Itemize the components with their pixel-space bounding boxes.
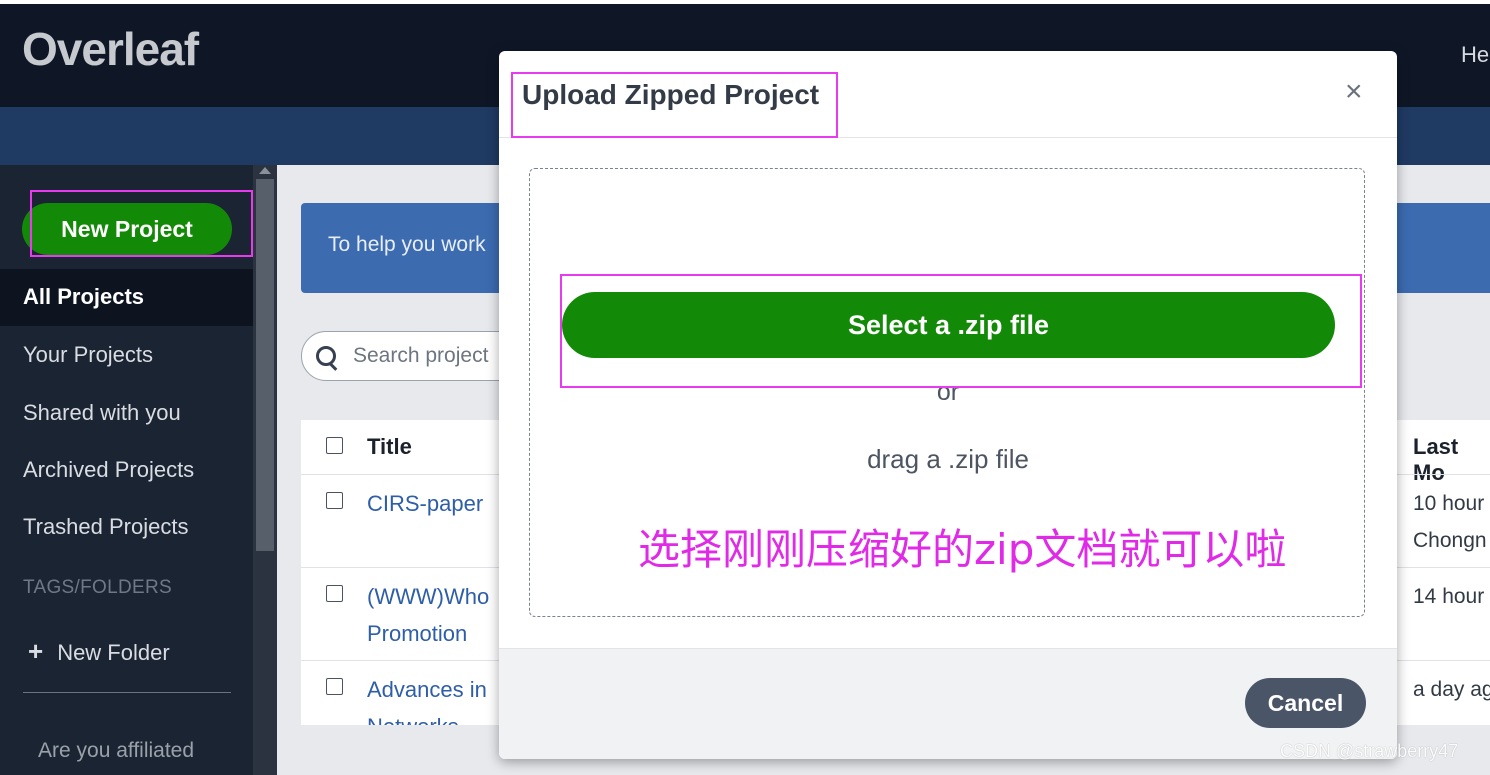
overleaf-logo[interactable]: Overleaf [22, 22, 199, 76]
project-link-line2[interactable]: Networks [367, 714, 459, 725]
scrollbar-thumb[interactable] [256, 179, 274, 551]
sidebar-item-archived[interactable]: Archived Projects [23, 457, 194, 483]
search-placeholder: Search project [353, 344, 489, 367]
sidebar-divider [23, 692, 231, 693]
cancel-button[interactable]: Cancel [1245, 678, 1366, 728]
sidebar-item-trashed[interactable]: Trashed Projects [23, 514, 188, 540]
notice-text: To help you work [328, 233, 486, 256]
nav-help-link[interactable]: He [1461, 42, 1489, 68]
row-checkbox[interactable] [326, 678, 343, 695]
sidebar-item-shared[interactable]: Shared with you [23, 400, 181, 426]
select-all-checkbox[interactable] [326, 437, 343, 454]
project-link-line2[interactable]: Promotion [367, 621, 467, 647]
search-icon [316, 346, 336, 366]
project-link[interactable]: Advances in [367, 677, 487, 703]
new-project-highlight-box [30, 190, 253, 257]
tags-folders-heading: TAGS/FOLDERS [23, 577, 172, 598]
affiliation-prompt: Are you affiliated [38, 739, 195, 762]
last-modified-cell: 14 hour [1413, 585, 1485, 608]
upload-zip-modal: Upload Zipped Project × Select a .zip fi… [499, 51, 1397, 759]
new-folder-label: New Folder [57, 640, 170, 665]
close-icon[interactable]: × [1345, 77, 1363, 107]
last-modified-cell: 10 hour [1413, 492, 1485, 515]
row-divider [301, 474, 511, 475]
sidebar-item-all-projects[interactable]: All Projects [23, 284, 144, 310]
plus-icon: + [28, 636, 44, 666]
column-header-title[interactable]: Title [367, 434, 412, 460]
sidebar-scrollbar[interactable] [253, 165, 277, 775]
last-modified-owner: Chongn [1413, 529, 1487, 552]
drag-hint: drag a .zip file [867, 444, 1029, 474]
select-button-highlight-box [560, 274, 1362, 388]
row-divider [1396, 660, 1490, 661]
new-folder-button[interactable]: + New Folder [28, 636, 170, 667]
row-divider [1396, 567, 1490, 568]
csdn-watermark: CSDN @strawberry47 [1280, 741, 1459, 761]
annotation-text: 选择刚刚压缩好的zip文档就可以啦 [638, 525, 1287, 574]
row-checkbox[interactable] [326, 585, 343, 602]
row-checkbox[interactable] [326, 492, 343, 509]
row-divider [1396, 474, 1490, 475]
project-link[interactable]: (WWW)Who [367, 584, 489, 610]
column-header-last-modified[interactable]: Last Mo [1413, 434, 1490, 486]
sidebar-item-your-projects[interactable]: Your Projects [23, 342, 153, 368]
title-highlight-box [511, 72, 838, 138]
scroll-up-arrow-icon[interactable] [259, 167, 271, 174]
last-modified-cell: a day ag [1413, 678, 1490, 701]
project-link[interactable]: CIRS-paper [367, 491, 483, 517]
row-divider [301, 660, 511, 661]
notice-banner-right [1396, 203, 1490, 293]
row-divider [301, 567, 511, 568]
